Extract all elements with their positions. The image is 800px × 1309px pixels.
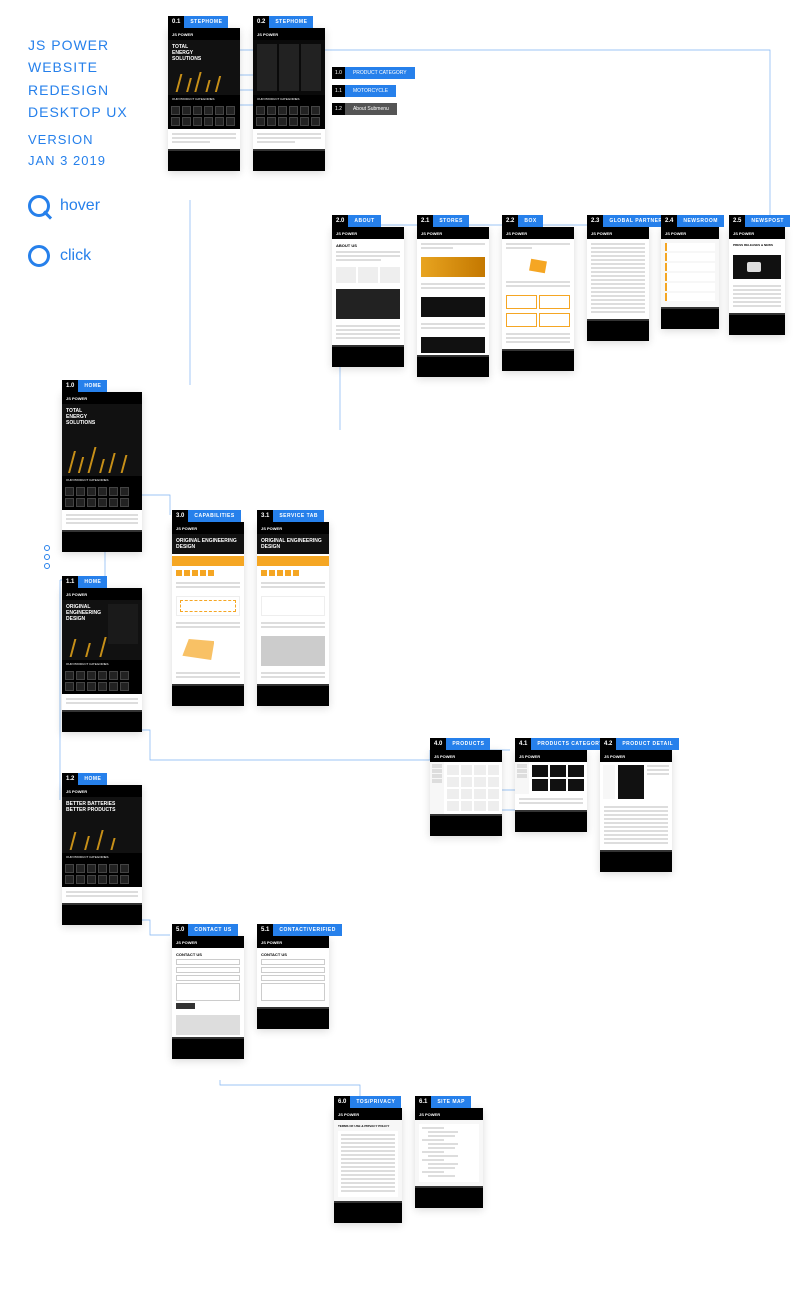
cursor-icon xyxy=(28,195,50,217)
screen-box[interactable]: JS POWER xyxy=(502,227,574,371)
screen-product-detail[interactable]: JS POWER xyxy=(600,750,672,872)
doc-title: JS POWER WEBSITE REDESIGN DESKTOP UX xyxy=(28,34,128,124)
tag-11[interactable]: 1.1HOME xyxy=(62,576,107,588)
tag-23[interactable]: 2.3GLOBAL PARTNERS xyxy=(587,215,672,227)
tag-61[interactable]: 6.1SITE MAP xyxy=(415,1096,471,1108)
tag-02[interactable]: 0.2STEPHOME xyxy=(253,16,313,28)
screen-partners[interactable]: JS POWER xyxy=(587,227,649,341)
tag-01[interactable]: 0.1STEPHOME xyxy=(168,16,228,28)
screen-tos[interactable]: JS POWER TERMS OF USE & PRIVACY POLICY xyxy=(334,1108,402,1223)
screen-contact[interactable]: JS POWER CONTACT US xyxy=(172,936,244,1059)
screen-about[interactable]: JS POWER ABOUT US xyxy=(332,227,404,367)
tag-20[interactable]: 2.0ABOUT xyxy=(332,215,381,227)
dropdown-product-category[interactable]: 1.0PRODUCT CATEGORY xyxy=(332,67,415,79)
cat-label: OUR PRODUCT CATEGORIES xyxy=(168,95,240,103)
screen-home-10[interactable]: JS POWER TOTAL ENERGY SOLUTIONS OUR PROD… xyxy=(62,392,142,552)
screen-stores[interactable]: JS POWER xyxy=(417,227,489,377)
legend-mini-dots xyxy=(44,545,50,569)
screen-capabilities[interactable]: JS POWER ORIGINAL ENGINEERING DESIGN xyxy=(172,522,244,706)
tag-25[interactable]: 2.5NEWSPOST xyxy=(729,215,790,227)
tag-60[interactable]: 6.0TOS/PRIVACY xyxy=(334,1096,401,1108)
screen-newsroom[interactable]: JS POWER xyxy=(661,227,719,329)
screen-newspost[interactable]: JS POWER PRESS RELEASES & NEWS xyxy=(729,227,785,335)
tag-42[interactable]: 4.2PRODUCT DETAIL xyxy=(600,738,679,750)
screen-products[interactable]: JS POWER xyxy=(430,750,502,836)
tag-50[interactable]: 5.0CONTACT US xyxy=(172,924,238,936)
screen-home-11[interactable]: JS POWER ORIGINAL ENGINEERING DESIGN OUR… xyxy=(62,588,142,732)
dropdown-about-submenu[interactable]: 1.2About Submenu xyxy=(332,103,397,115)
screen-home-12[interactable]: JS POWER BETTER BATTERIES BETTER PRODUCT… xyxy=(62,785,142,925)
tag-10[interactable]: 1.0HOME xyxy=(62,380,107,392)
tag-12[interactable]: 1.2HOME xyxy=(62,773,107,785)
legend-hover: hover xyxy=(28,195,100,217)
tag-40[interactable]: 4.0PRODUCTS xyxy=(430,738,490,750)
tag-30[interactable]: 3.0CAPABILITIES xyxy=(172,510,241,522)
screen-contact-verified[interactable]: JS POWER CONTACT US xyxy=(257,936,329,1029)
tag-22[interactable]: 2.2BOX xyxy=(502,215,543,227)
legend-click: click xyxy=(28,245,91,267)
circle-icon xyxy=(28,245,50,267)
dropdown-motorcycle[interactable]: 1.1MOTORCYCLE xyxy=(332,85,396,97)
tag-21[interactable]: 2.1STORES xyxy=(417,215,469,227)
tag-31[interactable]: 3.1SERVICE TAB xyxy=(257,510,324,522)
screen-stephome-01[interactable]: JS POWER TOTAL ENERGY SOLUTIONS OUR PROD… xyxy=(168,28,240,171)
tag-24[interactable]: 2.4NEWSROOM xyxy=(661,215,724,227)
doc-version: VERSION JAN 3 2019 xyxy=(28,130,106,172)
screen-service-tab[interactable]: JS POWER ORIGINAL ENGINEERING DESIGN xyxy=(257,522,329,706)
tag-51[interactable]: 5.1CONTACT/VERIFIED xyxy=(257,924,342,936)
tag-41[interactable]: 4.1PRODUCTS CATEGORY xyxy=(515,738,609,750)
screen-sitemap[interactable]: JS POWER xyxy=(415,1108,483,1208)
screen-products-category[interactable]: JS POWER xyxy=(515,750,587,832)
screen-stephome-02[interactable]: JS POWER OUR PRODUCT CATEGORIES xyxy=(253,28,325,171)
